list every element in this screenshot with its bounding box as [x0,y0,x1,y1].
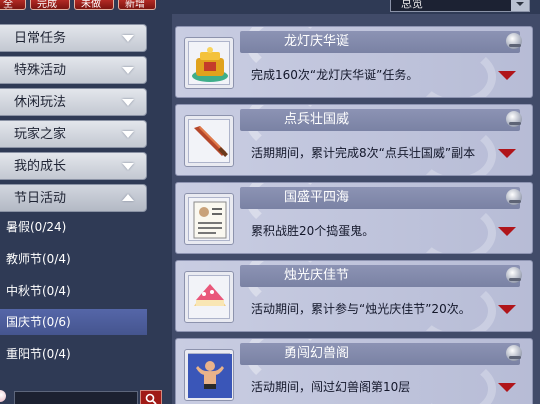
card-title: 勇闯幻兽阁 [284,346,350,361]
card-description: 活动期间，累计参与“烛光庆佳节”20次。 [251,302,471,316]
dragon-lantern-icon [192,47,228,82]
card-title-bar [240,187,520,209]
card-icon-frame [184,349,234,401]
search-input[interactable] [14,391,138,404]
category-label: 节日活动 [14,191,67,206]
sword-icon [194,126,228,157]
wanted-poster-icon [193,201,227,239]
category-label: 特殊活动 [14,63,67,78]
festival-item-national-day[interactable]: 国庆节(0/6) [0,309,147,335]
festival-item-mid-autumn[interactable]: 中秋节(0/4) [0,278,147,304]
card-title: 烛光庆佳节 [284,268,350,283]
card-title-bar [240,31,520,53]
chevron-down-icon [122,99,134,106]
chevron-down-icon [122,67,134,74]
card-icon-frame [184,115,234,167]
category-label: 玩家之家 [14,127,67,142]
pearl-icon [0,390,6,402]
card-description: 活期期间，累计完成8次“点兵壮国威”副本 [251,146,476,160]
category-label: 我的成长 [14,159,67,174]
chevron-down-icon [122,35,134,42]
search-icon [145,393,157,404]
category-sidebar: 日常任务 特殊活动 休闲玩法 玩家之家 我的成长 节日活动 暑假(0/24) 教… [0,14,162,386]
achievement-card[interactable]: 点兵壮国威 活期期间，累计完成8次“点兵壮国威”副本 [175,104,533,176]
card-icon-frame [184,37,234,89]
expand-arrow-icon[interactable] [498,305,516,314]
expand-arrow-icon[interactable] [498,227,516,236]
track-pin-icon[interactable] [506,267,522,283]
top-tabs: 全部 完成 未做 新增 [0,0,156,10]
card-title-bar [240,265,520,287]
chevron-up-icon [122,194,134,201]
expand-arrow-icon[interactable] [498,149,516,158]
category-my-growth[interactable]: 我的成长 [0,152,147,180]
search-button[interactable] [140,390,162,404]
card-description: 累积战胜20个捣蛋鬼。 [251,224,375,238]
category-label: 日常任务 [14,31,67,46]
track-pin-icon[interactable] [506,33,522,49]
chevron-down-icon[interactable] [511,0,529,11]
card-icon-frame [184,193,234,245]
achievement-list[interactable]: 龙灯庆华诞 完成160次“龙灯庆华诞”任务。 点兵壮国威 活期期间，累计完成8次… [172,14,540,404]
card-title-bar [240,343,520,365]
achievement-card[interactable]: 烛光庆佳节 活动期间，累计参与“烛光庆佳节”20次。 [175,260,533,332]
achievement-window: 全部 完成 未做 新增 总览 日常任务 特殊活动 休闲玩法 玩家之家 我的成长 [0,0,540,404]
festival-item-summer[interactable]: 暑假(0/24) [0,214,147,240]
category-leisure[interactable]: 休闲玩法 [0,88,147,116]
card-title: 龙灯庆华诞 [284,34,350,49]
card-title: 点兵壮国威 [284,112,350,127]
card-description: 完成160次“龙灯庆华诞”任务。 [251,68,419,82]
tab-not-done[interactable]: 未做 [74,0,114,10]
overview-dropdown[interactable]: 总览 [390,0,530,12]
card-title-bar [240,109,520,131]
category-label: 休闲玩法 [14,95,67,110]
festival-item-double-ninth[interactable]: 重阳节(0/4) [0,341,147,367]
tab-new[interactable]: 新增 [118,0,156,10]
strongman-icon [188,354,232,398]
track-pin-icon[interactable] [506,189,522,205]
track-pin-icon[interactable] [506,345,522,361]
achievement-card[interactable]: 龙灯庆华诞 完成160次“龙灯庆华诞”任务。 [175,26,533,98]
overview-dropdown-value: 总览 [401,0,423,10]
category-special-events[interactable]: 特殊活动 [0,56,147,84]
card-icon-frame [184,271,234,323]
tab-completed[interactable]: 完成 [30,0,70,10]
tab-all[interactable]: 全部 [0,0,26,10]
search-bar [0,389,162,404]
expand-arrow-icon[interactable] [498,71,516,80]
card-title: 国盛平四海 [284,190,350,205]
festival-item-teachers-day[interactable]: 教师节(0/4) [0,246,147,272]
cake-icon [194,284,226,306]
category-daily-tasks[interactable]: 日常任务 [0,24,147,52]
achievement-card[interactable]: 国盛平四海 累积战胜20个捣蛋鬼。 [175,182,533,254]
category-player-home[interactable]: 玩家之家 [0,120,147,148]
card-description: 活动期间，闯过幻兽阁第10层 [251,380,411,394]
achievement-card[interactable]: 勇闯幻兽阁 活动期间，闯过幻兽阁第10层 [175,338,533,404]
chevron-down-icon [122,163,134,170]
expand-arrow-icon[interactable] [498,383,516,392]
track-pin-icon[interactable] [506,111,522,127]
chevron-down-icon [122,131,134,138]
category-festival-events[interactable]: 节日活动 [0,184,147,212]
